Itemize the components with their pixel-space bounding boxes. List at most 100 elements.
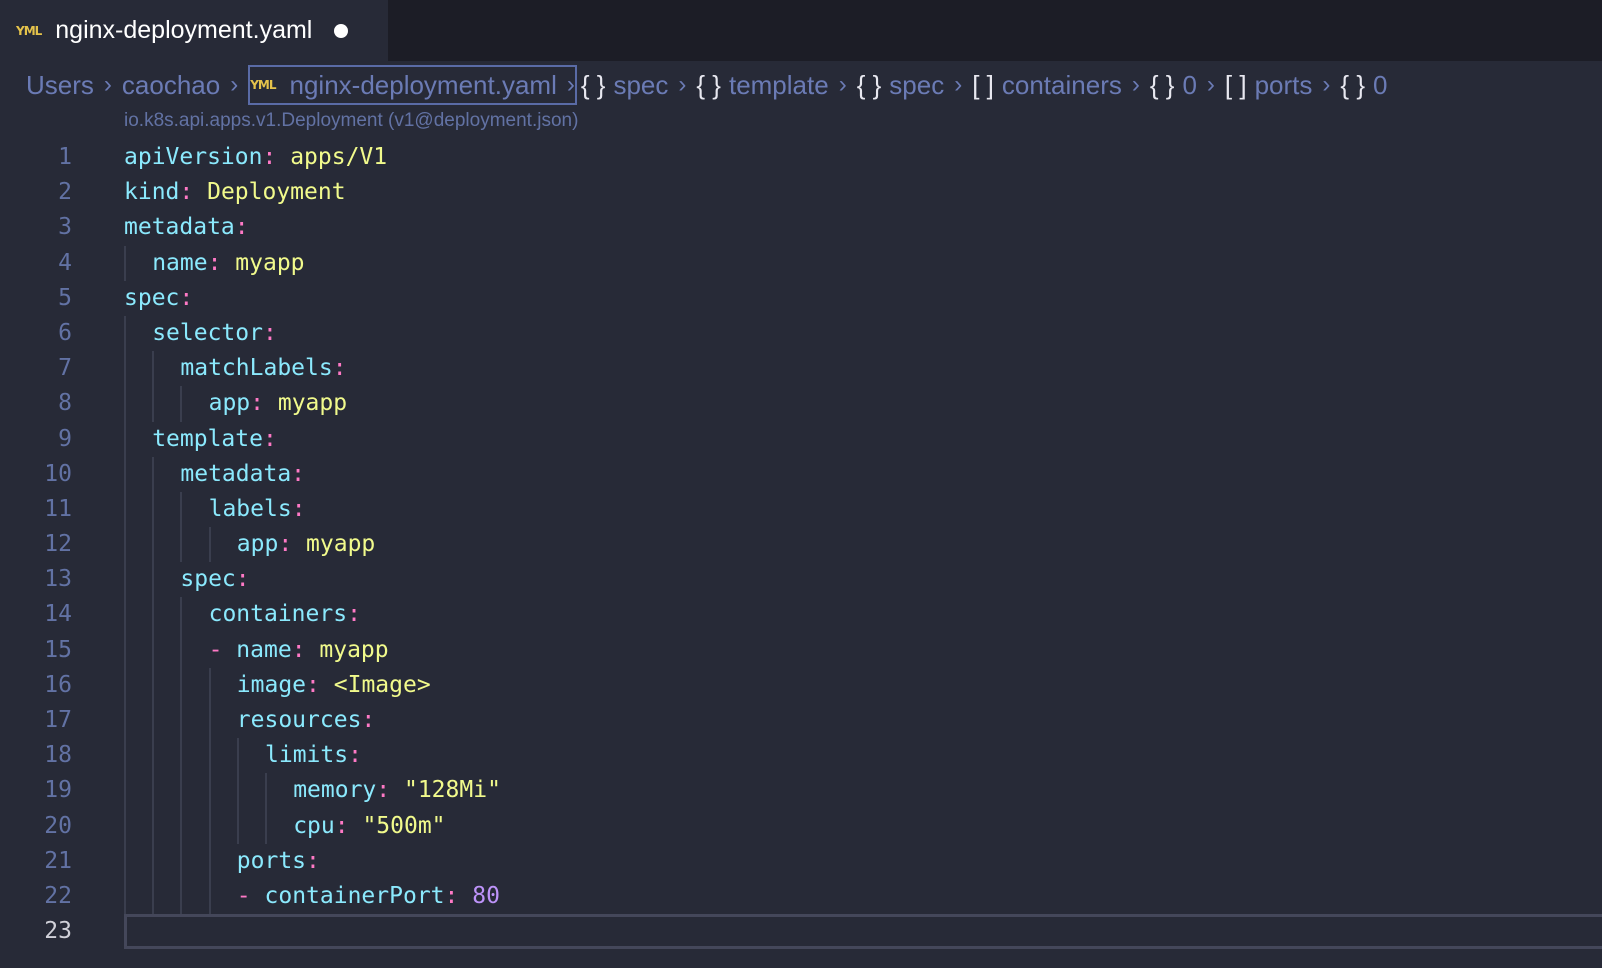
indent-guide [208,703,211,739]
code-line[interactable]: 10 metadata: [0,456,1602,492]
code-line[interactable]: 5 spec: [0,281,1602,316]
object-icon: { } [856,69,882,100]
code-line[interactable]: 20 cpu: "500m" [0,808,1602,844]
code-token: <Image> [333,671,431,698]
code-token: : [348,742,362,769]
line-number: 17 [44,707,72,733]
chevron-right-icon: › [566,71,575,98]
code-token: limits [265,742,349,769]
code-token: spec [180,566,236,593]
code-line[interactable]: 11 labels: [0,491,1602,528]
indent-guide [152,773,155,809]
code-line[interactable]: 23 [0,914,1602,950]
code-line[interactable]: 18 limits: [0,738,1602,774]
code-token: "500m" [362,812,446,839]
unsaved-dot-icon[interactable] [334,23,349,38]
indent-guide [236,808,239,844]
code-token: : [306,847,320,874]
line-number: 23 [44,918,72,945]
indent-guide [152,843,155,879]
breadcrumb-item[interactable]: caochao › [122,65,248,105]
code-line[interactable]: 19 memory: "128Mi" [0,773,1602,809]
line-number: 22 [44,882,72,909]
indent-guide [124,386,126,422]
code-line[interactable]: 15 - name: myapp [0,632,1602,668]
code-line[interactable]: 4 name: myapp [0,245,1602,281]
line-number: 14 [44,601,72,628]
breadcrumb-label: 0 [1373,69,1388,100]
chevron-right-icon: › [1206,71,1215,98]
breadcrumb-item[interactable]: { } template › [696,65,856,105]
code-text: limits: [265,738,362,773]
breadcrumb-item[interactable]: { } 0 [1340,65,1387,105]
yaml-icon: YML [250,78,276,92]
code-line[interactable]: 9 template: [0,421,1602,457]
code-token: : [444,882,473,909]
breadcrumb-item[interactable]: [ ] containers › [972,65,1150,105]
indent-guide [124,667,126,703]
code-token: - [208,636,237,663]
code-token: : [306,671,334,698]
tab-title: nginx-deployment.yaml [55,16,313,44]
code-token: app [208,390,251,417]
code-line[interactable]: 12 app: myapp [0,527,1602,563]
code-line[interactable]: 6 selector: [0,315,1602,352]
code-line[interactable]: 16 image: <Image> [0,667,1602,703]
code-token: : [262,144,291,170]
array-icon: [ ] [1224,69,1247,100]
indent-guide [124,878,126,915]
code-token: : [332,355,347,382]
chevron-right-icon: › [678,71,687,98]
breadcrumb-item[interactable]: { } 0 › [1150,65,1225,105]
line-number: 19 [44,777,72,804]
code-line[interactable]: 3 metadata: [0,210,1602,245]
code-line[interactable]: 22 - containerPort: 80 [0,878,1602,915]
code-line[interactable]: 14 containers: [0,597,1602,633]
code-line[interactable]: 21 ports: [0,843,1602,879]
code-token: spec [124,284,180,311]
indent-guide [124,351,126,387]
breadcrumb-item[interactable]: [ ] ports › [1225,65,1340,105]
line-number: 12 [44,531,72,558]
code-token: labels [208,495,292,522]
code-token: myapp [235,249,305,276]
code-token: : [278,531,307,558]
tab-nginx-deployment[interactable]: YML nginx-deployment.yaml [0,0,388,61]
object-icon: { } [1149,69,1175,100]
breadcrumb-label: 0 [1182,69,1197,100]
breadcrumb-label: Users [26,69,94,100]
code-token: myapp [319,636,389,663]
code-token: : [179,179,208,206]
indent-guide [152,386,155,422]
breadcrumb-label: spec [613,69,669,100]
indent-guide [152,738,155,774]
code-text: - name: myapp [209,633,389,668]
code-line[interactable]: 13 spec: [0,562,1602,598]
indent-guide [180,843,183,879]
code-line[interactable]: 17 resources: [0,703,1602,739]
code-line[interactable]: 2 kind: Deployment [0,175,1602,210]
code-editor[interactable]: 1 apiVersion: apps/V1 2 kind: Deployment 3 me… [0,140,1602,950]
line-number: 15 [44,636,72,663]
code-line[interactable]: 1 apiVersion: apps/V1 [0,140,1602,175]
breadcrumb-item[interactable]: YML nginx-deployment.yaml › [248,65,577,105]
indent-guide [124,597,126,633]
breadcrumb-item[interactable]: { } spec › [581,65,697,105]
code-token: apiVersion [124,144,263,170]
code-token: metadata [124,214,235,241]
indent-guide [180,527,183,563]
schema-label: io.k8s.api.apps.v1.Deployment (v1@deploy… [124,110,579,131]
indent-guide [124,843,126,879]
code-text: kind: Deployment [124,175,346,210]
indent-guide [124,527,126,563]
code-line[interactable]: 7 matchLabels: [0,351,1602,387]
breadcrumb-item[interactable]: { } spec › [857,65,973,105]
breadcrumb-item[interactable]: Users › [26,65,122,105]
breadcrumb-label: containers [1001,69,1122,100]
indent-guide [208,843,211,879]
code-line[interactable]: 8 app: myapp [0,386,1602,422]
object-icon: { } [1340,69,1365,100]
chevron-right-icon: › [954,71,963,98]
code-text: containers: [209,597,361,632]
code-token: : [376,777,404,804]
